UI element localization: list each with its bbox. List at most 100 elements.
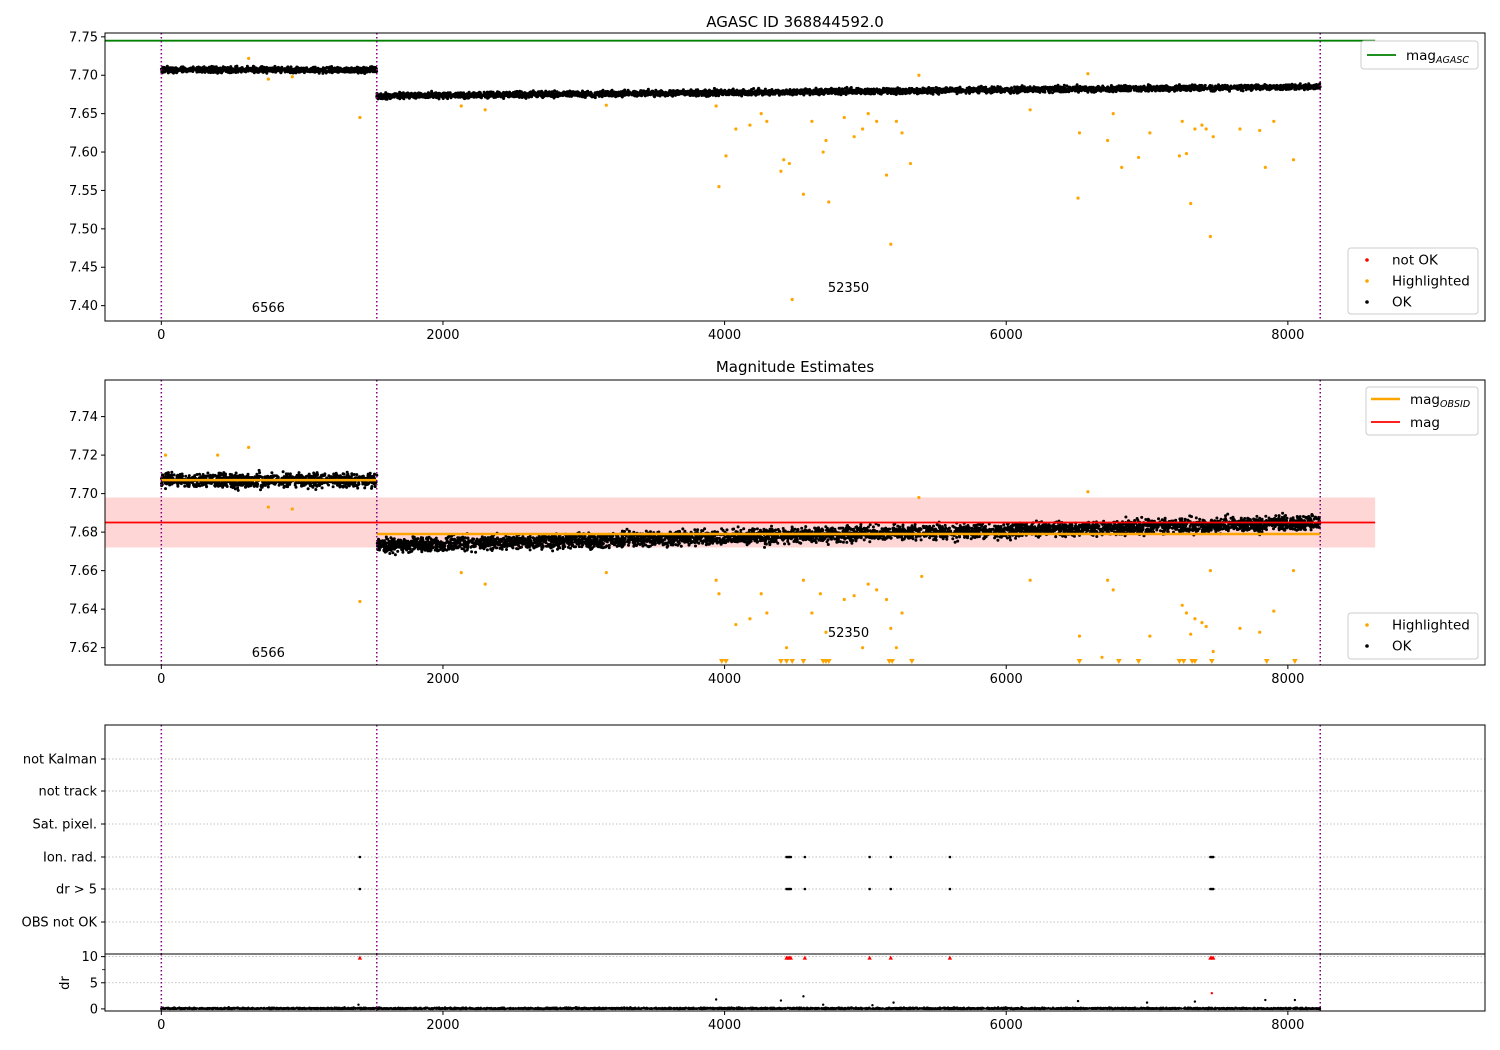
highlighted-point [1184,151,1189,156]
highlighted-point [852,594,856,598]
obsid-label: 6566 [252,301,285,316]
flag-point [948,887,952,891]
legend-marker [1365,300,1369,304]
highlighted-point [1111,112,1115,116]
highlighted-point [801,578,806,582]
highlighted-point [917,73,921,77]
y-tick-label: 7.65 [69,107,98,122]
highlighted-point [266,505,270,509]
highlighted-point [717,185,721,189]
flag-point [803,887,807,891]
legend-label-sub: OBSID [1440,399,1470,410]
panel-title: Magnitude Estimates [716,358,874,376]
highlighted-point [290,75,294,79]
highlighted-point [1100,655,1104,659]
highlighted-point [1193,617,1197,621]
y-tick-label: 0 [90,1002,98,1017]
flag-point [1211,855,1215,859]
clipped-marker [1180,659,1187,664]
axes-frame [104,32,1486,322]
legend-label: OK [1392,639,1413,655]
flag-point [868,855,871,859]
highlighted-point [810,119,814,123]
highlighted-point [852,135,856,139]
highlighted-point [894,646,898,650]
flag-point [948,855,952,859]
y-tick-label: 7.74 [69,410,98,425]
legend-label: OK [1392,295,1413,311]
y-tick-label: 7.45 [69,261,98,276]
dr-outlier-point [1210,992,1214,995]
x-tick-label: 4000 [708,672,741,687]
highlighted-point [875,588,879,592]
clipped-marker [783,659,790,664]
flag-row-label: not track [38,785,97,800]
y-tick-label: 7.70 [69,69,98,84]
highlighted-point [810,611,814,615]
highlighted-point [1208,569,1213,573]
flag-row-label: OBS not OK [22,916,98,931]
flag-point [789,855,793,859]
highlighted-point [358,115,362,120]
highlighted-point [604,570,608,575]
clipped-marker [1263,659,1270,664]
highlighted-point [1106,578,1110,582]
y-tick-label: 7.68 [69,526,98,541]
highlighted-point [1258,630,1262,634]
x-tick-label: 0 [157,672,165,687]
flag-point [868,887,871,891]
clipped-marker [789,659,795,664]
highlighted-point [724,154,728,158]
highlighted-point [1211,649,1215,654]
legend-label-sub: AGASC [1435,55,1469,66]
highlighted-point [1076,196,1080,200]
x-tick-label: 0 [157,1018,165,1033]
flag-row-label: not Kalman [23,753,97,768]
y-tick-label: 7.66 [69,564,98,579]
dr-outlier-point [892,1001,895,1004]
y-tick-label: 5 [90,976,98,991]
highlighted-point [1077,131,1082,135]
highlighted-point [748,617,752,621]
obsid-label: 52350 [828,281,869,296]
highlighted-point [1077,634,1082,638]
flag-point [1211,887,1215,891]
highlighted-point [459,104,463,108]
highlighted-point [1200,621,1204,625]
highlighted-point [266,77,270,81]
highlighted-point [1189,632,1193,636]
highlighted-point [1177,154,1182,158]
highlighted-point [717,592,721,596]
highlighted-point [765,611,769,615]
clipped-marker [1076,659,1083,664]
x-tick-label: 4000 [708,328,741,343]
highlighted-point [920,574,924,579]
x-tick-label: 2000 [426,672,459,687]
highlighted-point [247,56,251,60]
highlighted-point [604,103,608,107]
dr-panel: 0 5 10 0 2000 4000 6000 8000 dr [58,950,1486,1033]
highlighted-point [1193,127,1197,131]
figure: AGASC ID 368844592.0 6566 52350 0 2000 4000 60… [22,13,1486,1033]
highlighted-point [1258,128,1262,133]
highlighted-point [1204,127,1208,131]
dr-outlier-point [357,1003,360,1006]
legend-label-main: mag [1406,48,1436,64]
y-tick-label: 7.64 [69,603,98,618]
x-tick-label: 8000 [1271,672,1304,687]
flags-panel: not Kalman not track Sat. pixel. Ion. rad. d… [22,724,1486,955]
dr-outlier-point [871,1004,874,1007]
highlighted-point [884,597,889,602]
x-tick-label: 8000 [1271,328,1304,343]
dr-outlier-point [802,995,805,998]
dr-outlier-point [1076,999,1080,1003]
highlighted-point [917,495,921,500]
flag-row-label: dr > 5 [56,883,97,898]
y-tick-label: 7.40 [69,299,98,314]
highlighted-point [1148,131,1152,135]
highlighted-point [824,138,828,143]
x-tick-label: 6000 [990,328,1023,343]
y-tick-label: 7.55 [69,184,98,199]
ok-points [159,64,1322,101]
highlighted-point [483,108,487,112]
